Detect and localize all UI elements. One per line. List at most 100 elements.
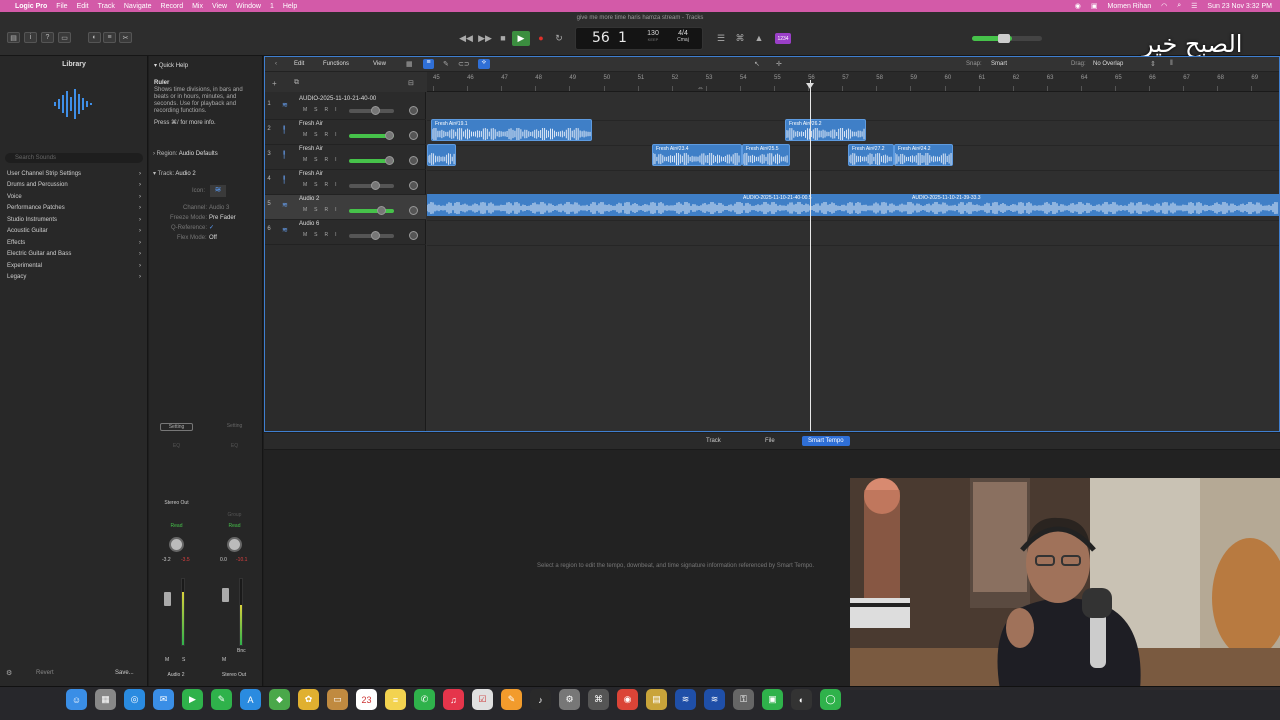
messages-icon[interactable]: ✎ — [211, 689, 232, 710]
menu-track[interactable]: Track — [98, 3, 115, 10]
lcd-display[interactable]: 56 1 130 KEEP 4/4 Cmaj — [575, 27, 703, 50]
input-monitor-button[interactable]: I — [335, 132, 336, 138]
snap-select[interactable]: Smart — [991, 61, 1061, 67]
solo-button[interactable]: S — [314, 207, 317, 213]
flex-mode-value[interactable]: Off — [209, 235, 217, 241]
track-icon[interactable]: ≋ — [210, 185, 226, 197]
track-pan-knob[interactable] — [409, 106, 418, 115]
track-volume-handle[interactable] — [377, 206, 386, 215]
strip1-pan-knob[interactable] — [169, 537, 184, 552]
mute-button[interactable]: M — [303, 132, 307, 138]
system-settings-icon[interactable]: ⚙ — [559, 689, 580, 710]
track-icon[interactable]: ≋ — [282, 101, 288, 109]
track-name[interactable]: AUDIO-2025-11-10-21-40-00 — [299, 96, 376, 102]
metronome-icon[interactable]: ▲ — [751, 31, 767, 45]
mute-button[interactable]: M — [303, 232, 307, 238]
pages-icon[interactable]: ✎ — [501, 689, 522, 710]
track-header[interactable]: 1 ≋ AUDIO-2025-11-10-21-40-00 M S R I — [265, 95, 426, 120]
record-enable-button[interactable]: R — [325, 182, 329, 188]
strip1-eq[interactable]: EQ — [160, 443, 193, 449]
count-in-badge[interactable]: 1234 — [775, 33, 791, 44]
settings-gear-icon[interactable]: ⚙ — [6, 669, 12, 677]
mail-icon[interactable]: ✉ — [153, 689, 174, 710]
track-header[interactable]: 4 ╿ Fresh Air M S R I — [265, 170, 426, 195]
utility-icon[interactable]: ⌘ — [588, 689, 609, 710]
control-icon[interactable]: ▣ — [1091, 2, 1098, 10]
library-item[interactable]: Voice › — [7, 194, 145, 200]
mute-button[interactable]: M — [303, 182, 307, 188]
grid-view-icon[interactable]: ▦ — [406, 60, 413, 68]
mute-button[interactable]: M — [303, 207, 307, 213]
track-pan-knob[interactable] — [409, 131, 418, 140]
whatsapp-icon[interactable]: ✆ — [414, 689, 435, 710]
photos-icon[interactable]: ✿ — [298, 689, 319, 710]
strip1-fader[interactable] — [164, 592, 171, 606]
strip2-automation[interactable]: Read — [218, 523, 251, 529]
track-name[interactable]: Audio 2 — [299, 196, 319, 202]
audio-region[interactable]: Fresh Air#23.4 — [652, 144, 742, 166]
track-volume-handle[interactable] — [371, 231, 380, 240]
audio-region[interactable]: Fresh Air#27.2 — [848, 144, 894, 166]
menu-app-name[interactable]: Logic Pro — [15, 3, 47, 10]
strip1-solo[interactable]: S — [182, 657, 185, 663]
chrome-icon[interactable]: ◉ — [617, 689, 638, 710]
track-volume-handle[interactable] — [385, 156, 394, 165]
library-button[interactable]: ▤ — [7, 32, 20, 43]
tab-smart-tempo[interactable]: Smart Tempo — [802, 436, 850, 446]
tab-track[interactable]: Track — [700, 436, 727, 446]
input-monitor-button[interactable]: I — [335, 232, 336, 238]
track-icon[interactable]: ≋ — [282, 226, 288, 234]
region-inspector-header[interactable]: › Region: Audio Defaults — [153, 151, 218, 157]
solo-button[interactable]: S — [314, 132, 317, 138]
safari-icon[interactable]: ◎ — [124, 689, 145, 710]
facetime-icon[interactable]: ▶ — [182, 689, 203, 710]
view-menu[interactable]: View — [373, 61, 386, 67]
library-search-input[interactable]: Search Sounds — [5, 153, 143, 163]
waveform-zoom-icon[interactable]: ⇕ — [1150, 60, 1156, 68]
track-pan-knob[interactable] — [409, 156, 418, 165]
drag-select[interactable]: No Overlap — [1093, 61, 1123, 67]
track-pan-knob[interactable] — [409, 181, 418, 190]
stop-icon[interactable]: ■ — [495, 31, 511, 45]
freeze-mode-value[interactable]: Pre Fader — [209, 215, 236, 221]
add-track-icon[interactable]: + — [272, 79, 277, 88]
track-header[interactable]: 2 ╿ Fresh Air M S R I — [265, 120, 426, 145]
input-monitor-button[interactable]: I — [335, 207, 336, 213]
track-icon[interactable]: ╿ — [282, 126, 286, 134]
track-header[interactable]: 5 ≋ Audio 2 M S RI — [265, 195, 426, 220]
menu-help[interactable]: Help — [283, 3, 297, 10]
strip2-eq[interactable]: EQ — [218, 443, 251, 449]
menu-record[interactable]: Record — [161, 3, 184, 10]
library-item[interactable]: Electric Guitar and Bass › — [7, 251, 145, 257]
inspector-button[interactable]: i — [24, 32, 37, 43]
channel-value[interactable]: Audio 3 — [209, 205, 229, 211]
solo-button[interactable]: S — [314, 107, 317, 113]
menu-view[interactable]: View — [212, 3, 227, 10]
catch-icon[interactable]: ⟡ — [478, 59, 490, 69]
track-lanes[interactable] — [427, 92, 1279, 431]
track-icon[interactable]: ╿ — [282, 176, 286, 184]
obs-icon[interactable]: ◐ — [791, 689, 812, 710]
track-header[interactable]: 3 ╿ Fresh Air M S R I — [265, 145, 426, 170]
track-name[interactable]: Fresh Air — [299, 171, 323, 177]
edit-menu[interactable]: Edit — [294, 61, 304, 67]
track-volume-handle[interactable] — [371, 181, 380, 190]
clock[interactable]: Sun 23 Nov 3:32 PM — [1207, 3, 1272, 10]
pointer-tool-icon[interactable]: ↖ — [754, 60, 760, 68]
track-name[interactable]: Audio 6 — [299, 221, 319, 227]
archive-icon[interactable]: ▤ — [646, 689, 667, 710]
audio-region[interactable]: Fresh Air#24.2 — [894, 144, 953, 166]
track-volume-fader[interactable] — [349, 209, 394, 213]
strip1-mute[interactable]: M — [165, 657, 169, 663]
editors-button[interactable]: ✂ — [119, 32, 132, 43]
library-item[interactable]: Effects › — [7, 240, 145, 246]
strip2-mute[interactable]: M — [222, 657, 226, 663]
flex-icon[interactable]: ⊂⊃ — [458, 60, 470, 68]
play-button[interactable]: ▶ — [512, 31, 530, 46]
q-reference-checkbox[interactable]: ✓ — [209, 224, 214, 231]
audio-region[interactable]: AUDIO-2025-11-10-21-39-33.3 — [909, 194, 1279, 216]
strip1-setting-button[interactable]: Setting — [160, 423, 193, 431]
track-name[interactable]: Fresh Air — [299, 121, 323, 127]
library-item[interactable]: User Channel Strip Settings › — [7, 171, 145, 177]
strip2-bounce[interactable]: Bnc — [237, 648, 246, 654]
